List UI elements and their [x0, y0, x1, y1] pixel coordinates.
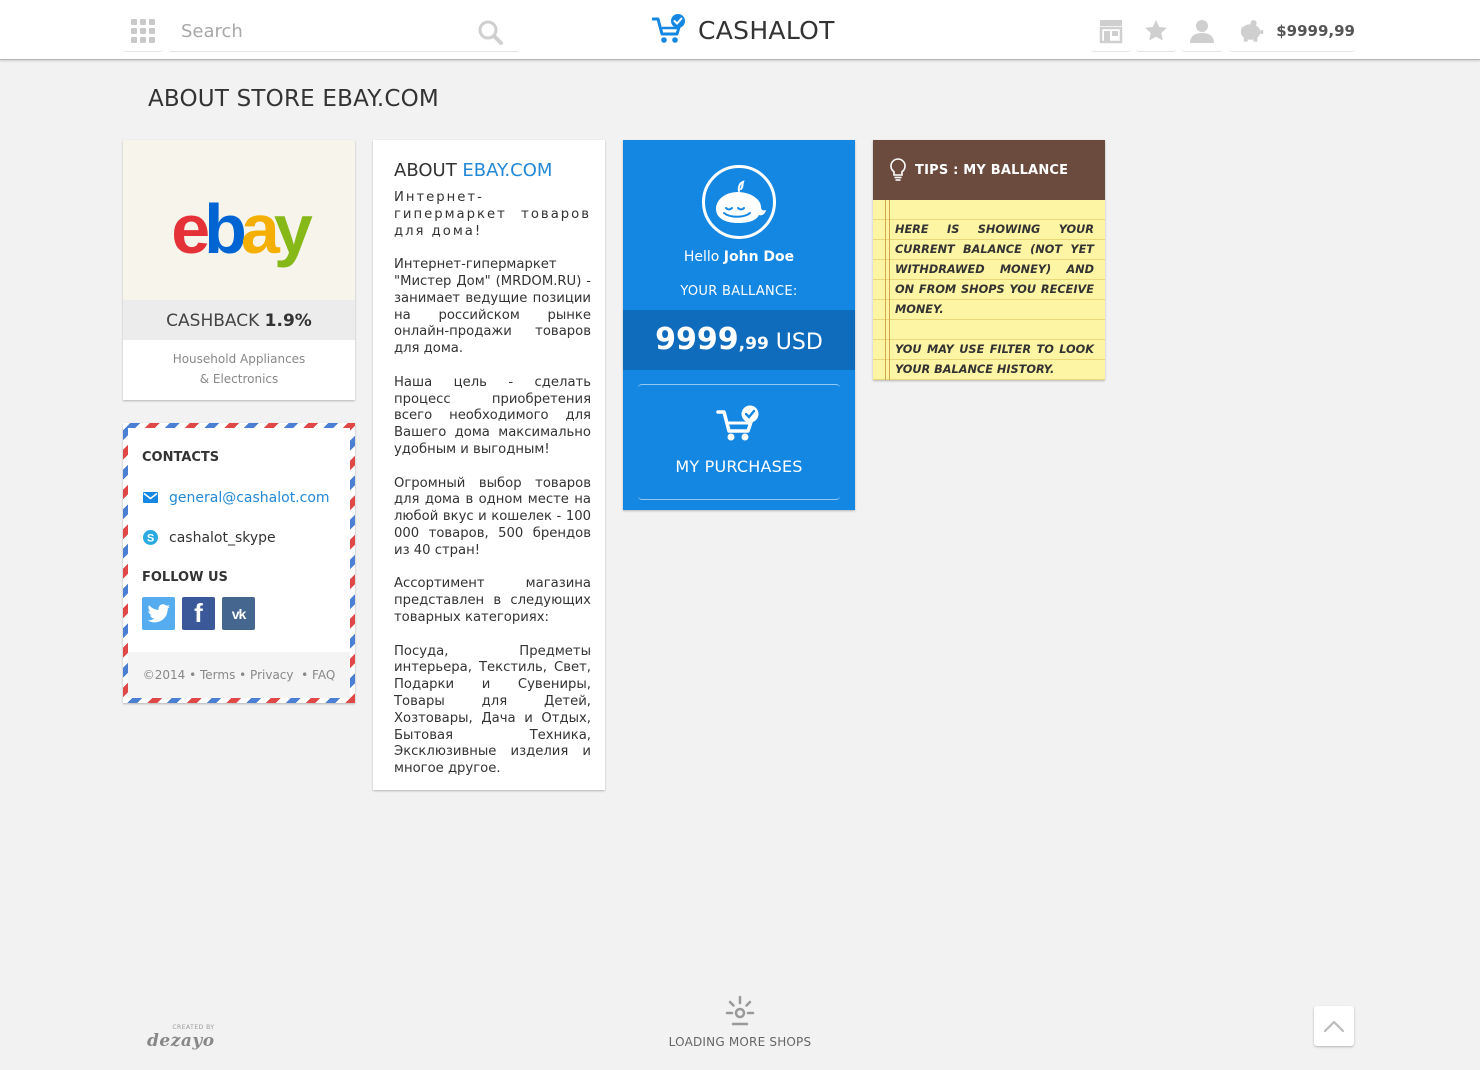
contacts-heading: CONTACTS — [142, 450, 220, 465]
envelope-icon — [143, 492, 158, 503]
brand-logo[interactable]: CASHALOT — [652, 14, 835, 46]
balance-integer: 9999 — [655, 322, 739, 357]
copyright: ©2014 — [142, 668, 186, 682]
favorites-button[interactable] — [1136, 10, 1176, 52]
faq-link[interactable]: FAQ — [312, 668, 335, 682]
shop-icon — [1099, 19, 1123, 43]
tips-card: TIPS : MY BALLANCE HERE IS SHOWING YOUR … — [873, 140, 1105, 380]
user-icon — [1190, 19, 1214, 43]
cashback-label: CASHBACK — [166, 311, 260, 331]
cashback-rate: CASHBACK 1.9% — [123, 300, 355, 340]
cart-check-icon — [652, 14, 685, 43]
lightbulb-icon — [890, 158, 906, 181]
about-paragraph: Интернет-гипермаркет "Мистер Дом" (MRDOM… — [394, 257, 591, 357]
chevron-up-icon — [1323, 1020, 1345, 1033]
tips-note: HERE IS SHOWING YOUR CURRENT BALANCE (NO… — [873, 200, 1105, 380]
avatar[interactable] — [702, 165, 776, 239]
search-input[interactable] — [170, 10, 470, 52]
top-bar: CASHALOT $9999,99 — [0, 0, 1480, 60]
balance-card: Hello John Doe YOUR BALLANCE: 9999,99 US… — [623, 140, 855, 510]
store-logo[interactable]: ebay — [123, 140, 355, 300]
ebay-logo: ebay — [171, 190, 313, 268]
about-paragraph: Ассортимент магазина представлен в следу… — [394, 576, 591, 625]
store-category: Household Appliances & Electronics — [123, 340, 355, 389]
cart-check-icon — [716, 405, 759, 441]
tips-text-1: HERE IS SHOWING YOUR CURRENT BALANCE (NO… — [895, 223, 1094, 316]
shops-button[interactable] — [1091, 10, 1131, 52]
balance-cents: ,99 — [738, 334, 769, 354]
about-title: ABOUT EBAY.COM — [394, 160, 591, 181]
scroll-to-top-button[interactable] — [1314, 1006, 1354, 1046]
balance-button[interactable]: $9999,99 — [1229, 10, 1355, 52]
contacts-footer: ©2014 • Terms • Privacy • FAQ — [128, 652, 350, 698]
store-card: ebay CASHBACK 1.9% Household Appliances … — [123, 140, 355, 400]
star-icon — [1145, 19, 1167, 40]
apps-menu-button[interactable] — [123, 10, 163, 52]
piggy-bank-icon — [1240, 19, 1264, 42]
about-paragraph: Интернет-гипермаркет товаров для дома! — [394, 190, 591, 239]
skype-icon: S — [143, 530, 158, 545]
about-title-prefix: ABOUT — [394, 160, 457, 181]
tips-title: TIPS : MY BALLANCE — [915, 162, 1069, 178]
spinner-icon — [725, 995, 755, 1026]
greeting-text: Hello — [683, 249, 720, 265]
loading-label: LOADING MORE SHOPS — [668, 1035, 812, 1049]
search-icon[interactable] — [476, 18, 504, 46]
my-purchases-button[interactable]: MY PURCHASES — [638, 384, 840, 500]
search-box — [170, 10, 518, 52]
tips-text-2: YOU MAY USE FILTER TO LOOK YOUR BALANCE … — [895, 343, 1094, 376]
twitter-button[interactable] — [142, 597, 175, 630]
contact-email-row: general@cashalot.com — [142, 489, 330, 506]
vk-icon: vk — [231, 605, 247, 622]
my-purchases-label: MY PURCHASES — [675, 457, 803, 476]
whale-icon — [716, 180, 766, 223]
balance-currency: USD — [775, 330, 823, 355]
about-paragraph: Огромный выбор товаров для дома в одном … — [394, 475, 591, 558]
terms-link[interactable]: Terms — [200, 668, 235, 682]
about-title-store[interactable]: EBAY.COM — [462, 160, 552, 181]
brand-name: CASHALOT — [698, 15, 835, 45]
tips-header: TIPS : MY BALLANCE — [873, 140, 1105, 200]
grid-icon — [131, 18, 155, 43]
greeting: Hello John Doe — [623, 249, 855, 265]
loading-indicator: LOADING MORE SHOPS — [0, 995, 1480, 1049]
user-name[interactable]: John Doe — [724, 249, 794, 265]
facebook-button[interactable]: f — [182, 597, 215, 630]
twitter-icon — [147, 603, 170, 622]
about-store-card: ABOUT EBAY.COM Интернет-гипермаркет това… — [373, 140, 605, 790]
contact-skype-row: S cashalot_skype — [142, 529, 276, 546]
category-line-2: & Electronics — [199, 372, 279, 386]
about-paragraph: Посуда, Предметы интерьера, Текстиль, Св… — [394, 643, 591, 777]
cashback-value: 1.9% — [264, 311, 312, 331]
about-paragraph: Наша цель - сделать процесс приобретения… — [394, 374, 591, 457]
contacts-card: CONTACTS general@cashalot.com S cashalot… — [123, 423, 355, 703]
svg-text:S: S — [147, 533, 154, 545]
category-line-1: Household Appliances — [172, 352, 306, 366]
balance-amount: 9999,99 USD — [623, 310, 855, 370]
contact-email-link[interactable]: general@cashalot.com — [169, 490, 330, 506]
facebook-icon: f — [194, 598, 203, 628]
contact-skype[interactable]: cashalot_skype — [169, 530, 276, 546]
follow-heading: FOLLOW US — [142, 570, 228, 585]
privacy-link[interactable]: Privacy — [250, 668, 293, 682]
header-balance-amount: $9999,99 — [1276, 21, 1355, 40]
balance-label: YOUR BALLANCE: — [680, 284, 798, 299]
page-title: ABOUT STORE EBAY.COM — [148, 86, 439, 112]
profile-button[interactable] — [1182, 10, 1222, 52]
vk-button[interactable]: vk — [222, 597, 255, 630]
